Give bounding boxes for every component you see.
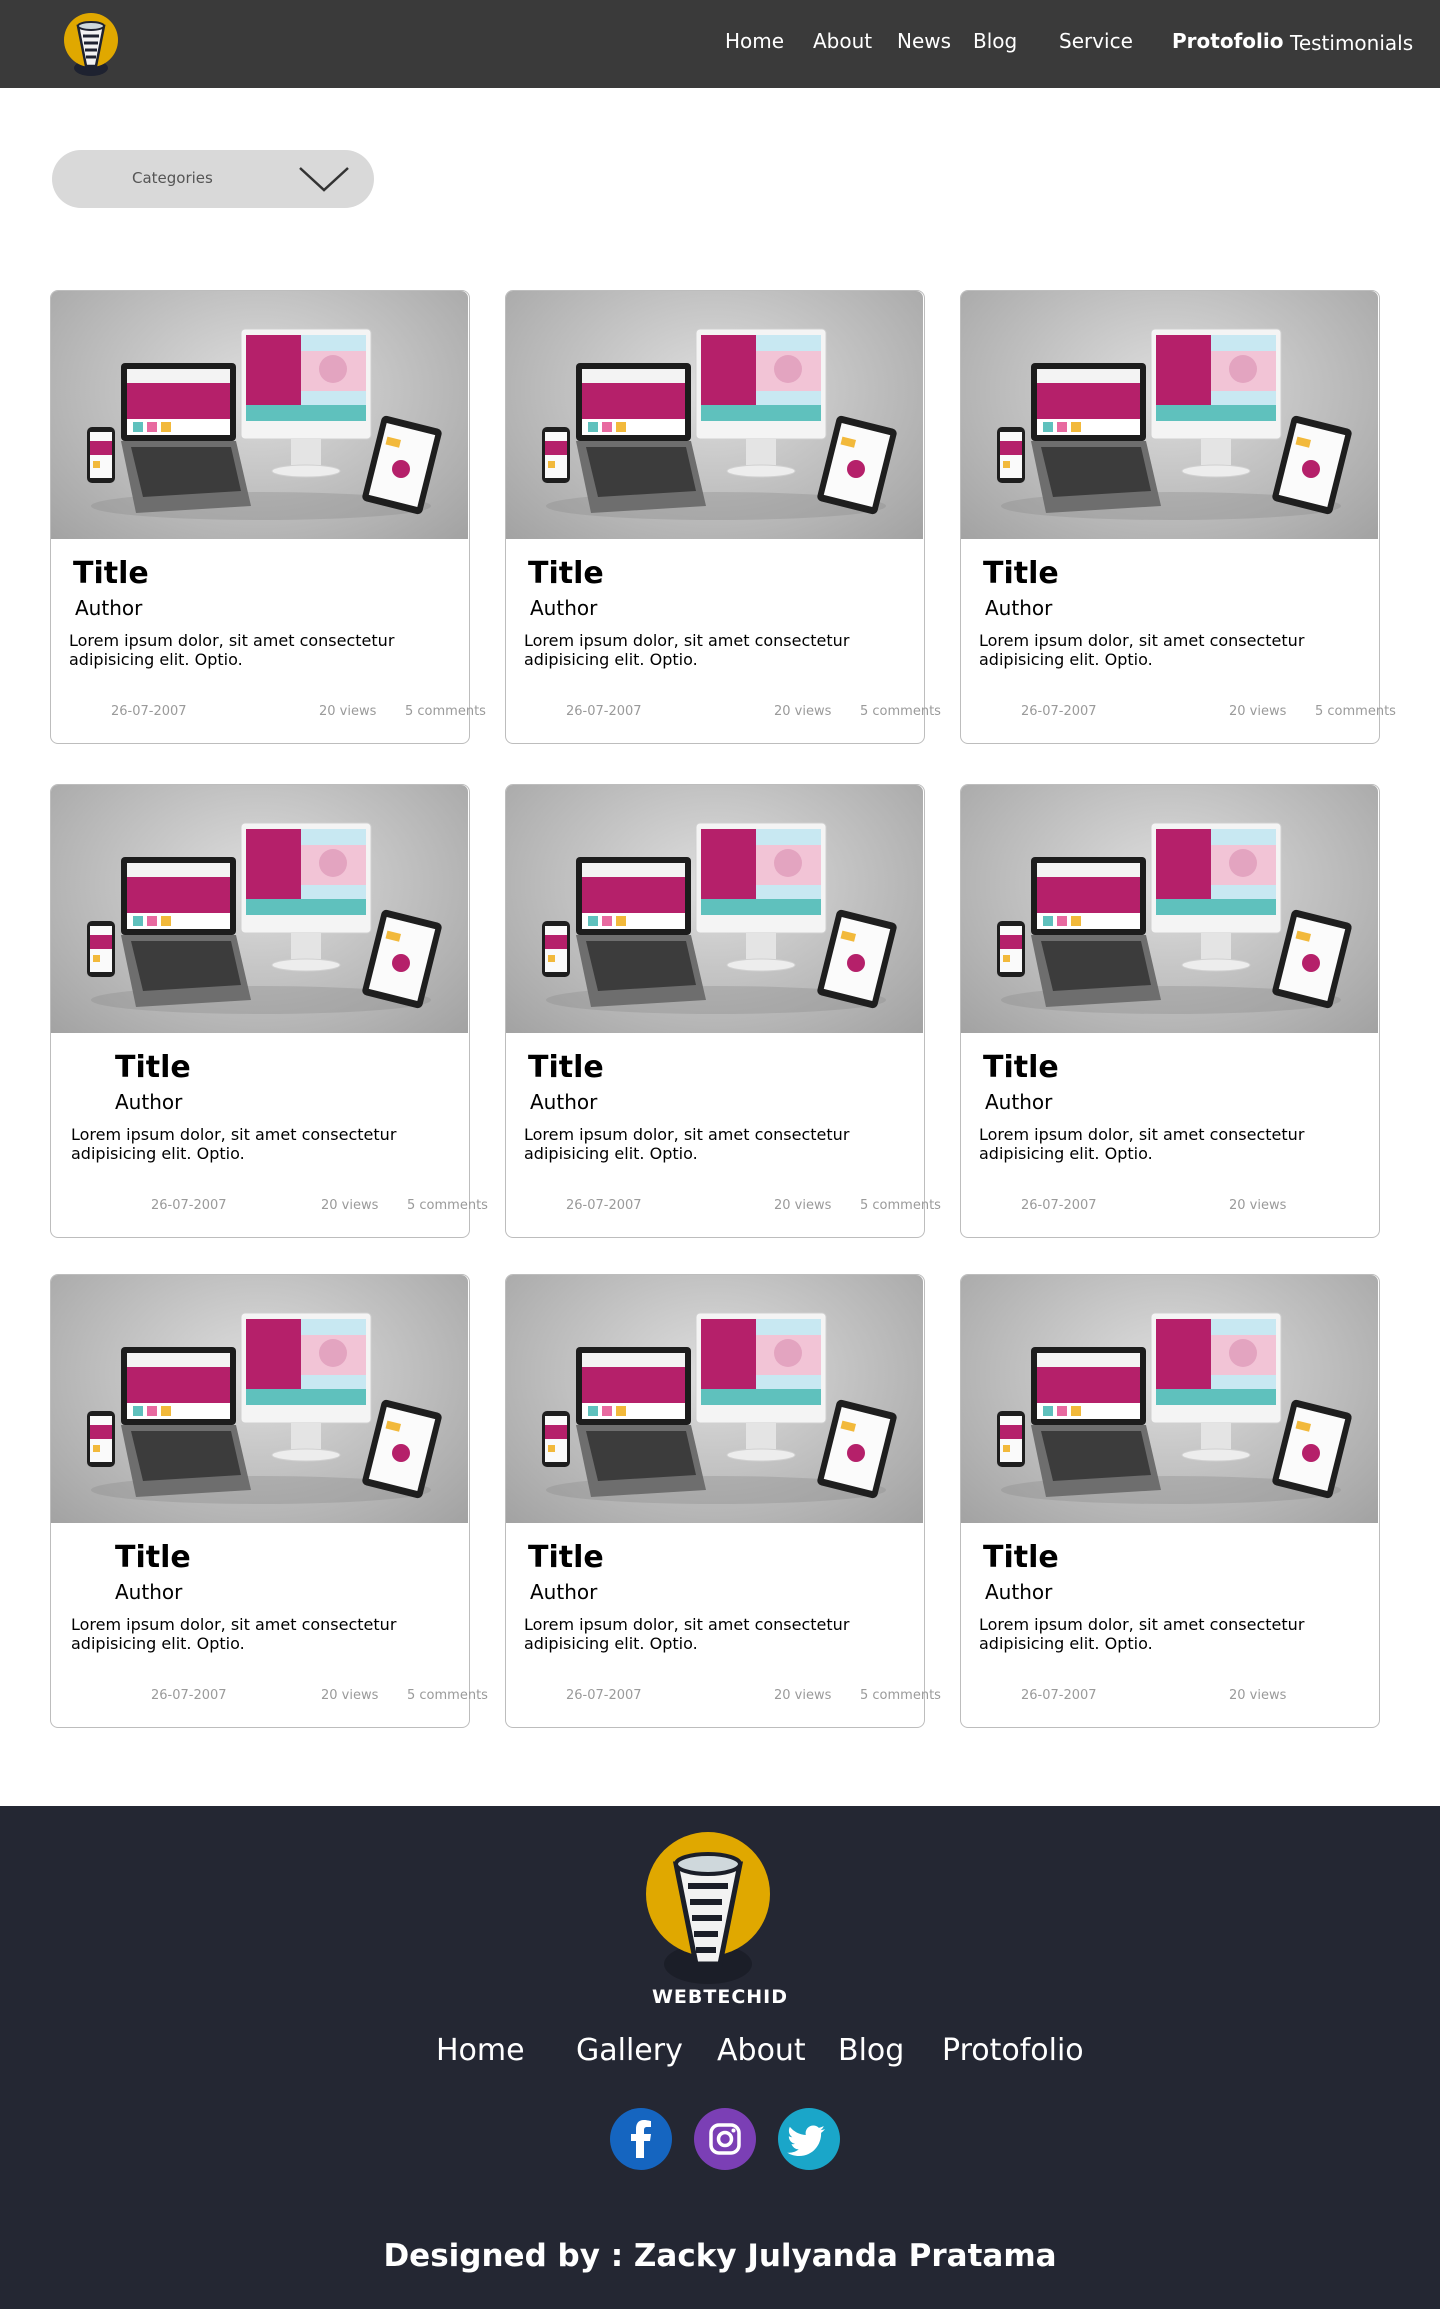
card-views: 20 views [774, 1198, 832, 1213]
card-views: 20 views [1229, 704, 1287, 719]
card-author: Author [75, 596, 143, 620]
device-mockup-image [506, 785, 923, 1033]
device-mockup-image [51, 785, 468, 1033]
card-date: 26-07-2007 [1021, 1198, 1097, 1213]
device-mockup-image [506, 1275, 923, 1523]
card-excerpt: Lorem ipsum dolor, sit amet consectetur … [979, 631, 1305, 669]
card-author: Author [985, 596, 1053, 620]
card-comments[interactable]: 5 comments [405, 704, 486, 719]
nav-about[interactable]: About [813, 28, 872, 54]
card-views: 20 views [321, 1688, 379, 1703]
device-mockup-image [961, 785, 1378, 1033]
nav-news[interactable]: News [897, 28, 951, 54]
card-date: 26-07-2007 [151, 1198, 227, 1213]
card-author: Author [530, 1580, 598, 1604]
post-card-6[interactable]: Title Author Lorem ipsum dolor, sit amet… [960, 784, 1380, 1238]
card-title: Title [983, 556, 1059, 591]
card-date: 26-07-2007 [151, 1688, 227, 1703]
nav-service[interactable]: Service [1059, 28, 1133, 54]
device-mockup-image [51, 1275, 468, 1523]
card-author: Author [115, 1580, 183, 1604]
card-excerpt: Lorem ipsum dolor, sit amet consectetur … [524, 1615, 850, 1653]
footer-credit: Designed by : Zacky Julyanda Pratama [383, 2238, 1057, 2274]
card-author: Author [530, 1090, 598, 1114]
card-excerpt: Lorem ipsum dolor, sit amet consectetur … [524, 631, 850, 669]
card-comments[interactable]: 5 comments [1315, 704, 1396, 719]
post-card-3[interactable]: Title Author Lorem ipsum dolor, sit amet… [960, 290, 1396, 744]
card-views: 20 views [321, 1198, 379, 1213]
footer-link-about[interactable]: About [717, 2032, 806, 2070]
card-title: Title [115, 1050, 191, 1085]
device-mockup-image [506, 291, 923, 539]
card-title: Title [528, 1540, 604, 1575]
nav-protofolio[interactable]: Protofolio [1172, 28, 1283, 54]
card-title: Title [528, 1050, 604, 1085]
footer-link-home[interactable]: Home [436, 2032, 525, 2070]
device-mockup-image [961, 291, 1378, 539]
card-title: Title [983, 1050, 1059, 1085]
card-date: 26-07-2007 [1021, 1688, 1097, 1703]
footer: WEBTECHID Home Gallery About Blog Protof… [0, 1806, 1440, 2309]
card-comments[interactable]: 5 comments [860, 1198, 941, 1213]
card-views: 20 views [774, 1688, 832, 1703]
card-views: 20 views [1229, 1688, 1287, 1703]
post-card-9[interactable]: Title Author Lorem ipsum dolor, sit amet… [960, 1274, 1380, 1728]
post-card-4[interactable]: Title Author Lorem ipsum dolor, sit amet… [50, 784, 488, 1238]
footer-brand: WEBTECHID [651, 1986, 789, 2008]
instagram-icon[interactable] [694, 2108, 756, 2170]
card-comments[interactable]: 5 comments [407, 1688, 488, 1703]
card-excerpt: Lorem ipsum dolor, sit amet consectetur … [524, 1125, 850, 1163]
footer-link-gallery[interactable]: Gallery [576, 2032, 683, 2070]
post-card-5[interactable]: Title Author Lorem ipsum dolor, sit amet… [505, 784, 941, 1238]
device-mockup-image [961, 1275, 1378, 1523]
card-excerpt: Lorem ipsum dolor, sit amet consectetur … [71, 1125, 397, 1163]
card-excerpt: Lorem ipsum dolor, sit amet consectetur … [979, 1125, 1305, 1163]
device-mockup-image [51, 291, 468, 539]
categories-dropdown[interactable]: Categories [52, 150, 374, 208]
card-excerpt: Lorem ipsum dolor, sit amet consectetur … [71, 1615, 397, 1653]
post-card-1[interactable]: Title Author Lorem ipsum dolor, sit amet… [50, 290, 486, 744]
card-title: Title [115, 1540, 191, 1575]
card-title: Title [528, 556, 604, 591]
card-views: 20 views [1229, 1198, 1287, 1213]
post-card-2[interactable]: Title Author Lorem ipsum dolor, sit amet… [505, 290, 941, 744]
card-author: Author [985, 1580, 1053, 1604]
card-title: Title [983, 1540, 1059, 1575]
card-comments[interactable]: 5 comments [860, 704, 941, 719]
twitter-icon[interactable] [778, 2108, 840, 2170]
nav-home[interactable]: Home [725, 28, 784, 54]
card-author: Author [985, 1090, 1053, 1114]
card-title: Title [73, 556, 149, 591]
facebook-icon[interactable] [610, 2108, 672, 2170]
card-excerpt: Lorem ipsum dolor, sit amet consectetur … [69, 631, 395, 669]
chevron-down-icon [296, 164, 352, 194]
footer-link-protofolio[interactable]: Protofolio [942, 2032, 1084, 2070]
card-date: 26-07-2007 [566, 1198, 642, 1213]
card-views: 20 views [774, 704, 832, 719]
card-views: 20 views [319, 704, 377, 719]
card-date: 26-07-2007 [566, 704, 642, 719]
nav-blog[interactable]: Blog [973, 28, 1017, 54]
nav-testimonials[interactable]: Testimonials [1290, 30, 1413, 56]
navbar: Home About News Blog Service Protofolio … [0, 0, 1440, 88]
post-card-8[interactable]: Title Author Lorem ipsum dolor, sit amet… [505, 1274, 941, 1728]
card-date: 26-07-2007 [111, 704, 187, 719]
footer-link-blog[interactable]: Blog [838, 2032, 904, 2070]
card-author: Author [115, 1090, 183, 1114]
card-excerpt: Lorem ipsum dolor, sit amet consectetur … [979, 1615, 1305, 1653]
card-author: Author [530, 596, 598, 620]
card-date: 26-07-2007 [566, 1688, 642, 1703]
card-date: 26-07-2007 [1021, 704, 1097, 719]
card-comments[interactable]: 5 comments [407, 1198, 488, 1213]
main-nav: Home About News Blog Service Protofolio … [0, 0, 1440, 88]
cup-logo-icon [644, 1826, 772, 1986]
categories-label: Categories [132, 169, 213, 187]
card-comments[interactable]: 5 comments [860, 1688, 941, 1703]
post-card-7[interactable]: Title Author Lorem ipsum dolor, sit amet… [50, 1274, 488, 1728]
